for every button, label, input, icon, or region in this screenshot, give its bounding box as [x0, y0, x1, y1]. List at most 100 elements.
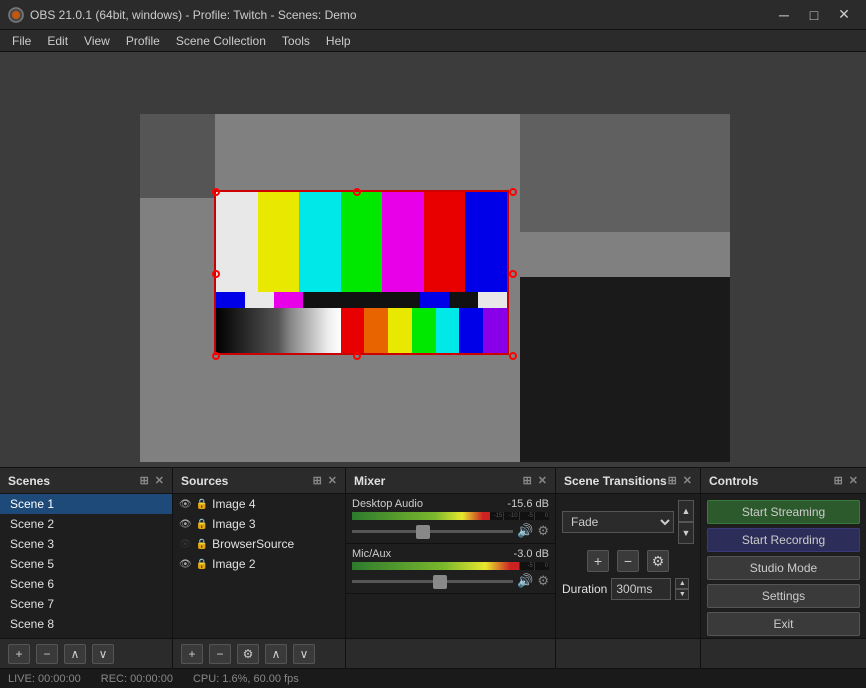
panels-area: Scenes ⊞ ✕ Scene 1 Scene 2 Scene 3 Scene…: [0, 467, 866, 668]
menu-view[interactable]: View: [76, 32, 118, 50]
controls-panel: Controls ⊞ ✕ Start Streaming Start Recor…: [701, 468, 866, 668]
duration-down-button[interactable]: ▼: [675, 589, 689, 600]
source-label: Image 3: [212, 517, 255, 531]
move-scene-down-button[interactable]: ∨: [92, 644, 114, 664]
desktop-audio-settings-icon[interactable]: ⚙: [537, 523, 549, 539]
sources-close-icon[interactable]: ✕: [328, 474, 337, 487]
scene-item[interactable]: Scene 5: [0, 554, 172, 574]
start-recording-button[interactable]: Start Recording: [707, 528, 860, 552]
duration-up-button[interactable]: ▲: [675, 578, 689, 589]
mixer-config-icon[interactable]: ⊞: [523, 474, 532, 487]
scenes-config-icon[interactable]: ⊞: [140, 474, 149, 487]
color-bars: [214, 190, 509, 355]
studio-mode-button[interactable]: Studio Mode: [707, 556, 860, 580]
menu-profile[interactable]: Profile: [118, 32, 168, 50]
duration-arrow-buttons: ▲ ▼: [675, 578, 689, 600]
exit-button[interactable]: Exit: [707, 612, 860, 636]
scenes-header-icons: ⊞ ✕: [140, 474, 164, 487]
remove-source-button[interactable]: −: [209, 644, 231, 664]
desktop-audio-speaker-icon[interactable]: 🔊: [517, 523, 533, 539]
menu-help[interactable]: Help: [318, 32, 359, 50]
remove-scene-button[interactable]: −: [36, 644, 58, 664]
mic-aux-fader-thumb[interactable]: [433, 575, 447, 589]
mic-aux-fader[interactable]: [352, 580, 513, 583]
source-label: BrowserSource: [212, 537, 294, 551]
bar-yellow: [258, 192, 300, 292]
controls-close-icon[interactable]: ✕: [849, 474, 858, 487]
preview-top-bg: [140, 52, 730, 114]
visibility-icon[interactable]: 👁: [179, 499, 192, 510]
rb-c: [436, 308, 460, 353]
visibility-icon[interactable]: 👁: [179, 539, 192, 550]
sources-panel-header: Sources ⊞ ✕: [173, 468, 345, 494]
menu-file[interactable]: File: [4, 32, 39, 50]
source-item[interactable]: 👁 🔒 BrowserSource: [173, 534, 345, 554]
remove-transition-button[interactable]: −: [617, 550, 639, 572]
window-title: OBS 21.0.1 (64bit, windows) - Profile: T…: [30, 8, 357, 22]
transitions-config-icon[interactable]: ⊞: [668, 474, 677, 487]
mic-aux-settings-icon[interactable]: ⚙: [537, 573, 549, 589]
menu-scene-collection[interactable]: Scene Collection: [168, 32, 274, 50]
transitions-panel-header: Scene Transitions ⊞ ✕: [556, 468, 700, 494]
lock-icon: 🔒: [196, 519, 208, 530]
duration-input[interactable]: [611, 578, 671, 600]
rb-g: [412, 308, 436, 353]
bar-mid3: [274, 292, 303, 308]
visibility-icon[interactable]: 👁: [179, 519, 192, 530]
visibility-icon[interactable]: 👁: [179, 559, 192, 570]
bar-mid1: [216, 292, 245, 308]
scene-item[interactable]: Scene 7: [0, 594, 172, 614]
source-item[interactable]: 👁 🔒 Image 2: [173, 554, 345, 574]
transition-controls-row: + − ⚙: [562, 550, 694, 572]
bar-cyan: [299, 192, 341, 292]
controls-panel-header: Controls ⊞ ✕: [701, 468, 866, 494]
transitions-close-icon[interactable]: ✕: [683, 474, 692, 487]
start-streaming-button[interactable]: Start Streaming: [707, 500, 860, 524]
desktop-audio-label: Desktop Audio -15.6 dB: [352, 498, 549, 510]
mixer-panel: Mixer ⊞ ✕ Desktop Audio -15.6 dB -60 -55: [346, 468, 556, 668]
preview-dark-br: [520, 277, 730, 462]
bar-magenta: [382, 192, 424, 292]
scenes-list: Scene 1 Scene 2 Scene 3 Scene 5 Scene 6 …: [0, 494, 172, 638]
settings-button[interactable]: Settings: [707, 584, 860, 608]
mixer-close-icon[interactable]: ✕: [538, 474, 547, 487]
desktop-audio-fader-thumb[interactable]: [416, 525, 430, 539]
preview-canvas: [140, 114, 730, 462]
desktop-audio-meter: -60 -55 -50 -45 -40 -35 -30 -25 -20 -15 …: [352, 512, 549, 520]
lock-icon: 🔒: [196, 559, 208, 570]
scene-item[interactable]: Scene 2: [0, 514, 172, 534]
add-source-button[interactable]: +: [181, 644, 203, 664]
bar-green: [341, 192, 383, 292]
scene-item[interactable]: Scene 3: [0, 534, 172, 554]
transition-type-select[interactable]: Fade Cut Swipe Slide: [562, 511, 674, 533]
transition-type-up[interactable]: ▲: [678, 500, 694, 522]
sources-config-icon[interactable]: ⊞: [313, 474, 322, 487]
move-source-down-button[interactable]: ∨: [293, 644, 315, 664]
config-transition-button[interactable]: ⚙: [647, 550, 669, 572]
scene-item[interactable]: Scene 1: [0, 494, 172, 514]
move-scene-up-button[interactable]: ∧: [64, 644, 86, 664]
controls-config-icon[interactable]: ⊞: [834, 474, 843, 487]
close-button[interactable]: ✕: [830, 5, 858, 25]
mic-aux-speaker-icon[interactable]: 🔊: [517, 573, 533, 589]
controls-content: Start Streaming Start Recording Studio M…: [701, 494, 866, 638]
bar-red: [424, 192, 466, 292]
scene-item[interactable]: Scene 6: [0, 574, 172, 594]
preview-right-bg: [730, 52, 866, 467]
mic-aux-channel: Mic/Aux -3.0 dB -60 -55 -50 -45 -40 -35 …: [346, 544, 555, 594]
scene-item[interactable]: Scene 8: [0, 614, 172, 634]
add-scene-button[interactable]: +: [8, 644, 30, 664]
move-source-up-button[interactable]: ∧: [265, 644, 287, 664]
scenes-close-icon[interactable]: ✕: [155, 474, 164, 487]
maximize-button[interactable]: □: [800, 5, 828, 25]
preview-dark-tr: [520, 114, 730, 232]
menu-tools[interactable]: Tools: [274, 32, 318, 50]
transition-type-down[interactable]: ▼: [678, 522, 694, 544]
source-config-button[interactable]: ⚙: [237, 644, 259, 664]
add-transition-button[interactable]: +: [587, 550, 609, 572]
source-item[interactable]: 👁 🔒 Image 4: [173, 494, 345, 514]
menu-edit[interactable]: Edit: [39, 32, 76, 50]
source-item[interactable]: 👁 🔒 Image 3: [173, 514, 345, 534]
desktop-audio-fader[interactable]: [352, 530, 513, 533]
minimize-button[interactable]: ─: [770, 5, 798, 25]
